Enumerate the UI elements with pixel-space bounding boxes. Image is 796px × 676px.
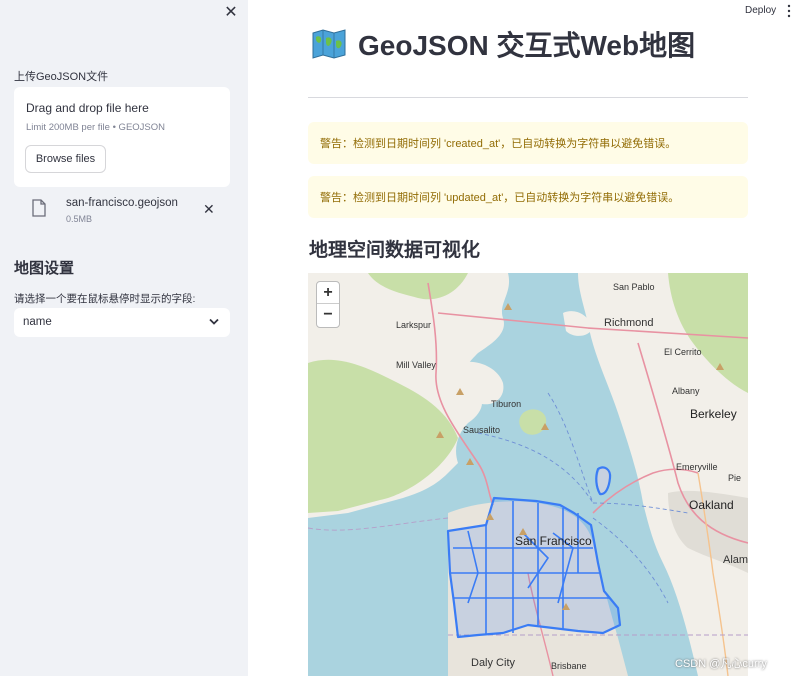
- interactive-map[interactable]: + − Larkspur Mill Valley Tiburon Sausali…: [308, 273, 748, 676]
- map-label-tiburon: Tiburon: [491, 399, 522, 409]
- field-select-label: 请选择一个要在鼠标悬停时显示的字段:: [14, 293, 196, 305]
- dropzone-title: Drag and drop file here: [26, 101, 149, 115]
- warning-alert-updated-at: 警告：检测到日期时间列 'updated_at'，已自动转换为字符串以避免错误。: [308, 176, 748, 218]
- divider: [308, 97, 748, 98]
- map-label-larkspur: Larkspur: [396, 320, 432, 330]
- world-map-icon: [312, 29, 346, 59]
- zoom-out-button[interactable]: −: [317, 304, 339, 326]
- map-label-mill-valley: Mill Valley: [396, 360, 436, 370]
- file-size: 0.5MB: [66, 214, 93, 224]
- file-dropzone[interactable]: Drag and drop file here Limit 200MB per …: [14, 87, 230, 187]
- upload-label: 上传GeoJSON文件: [14, 71, 109, 83]
- map-label-san-francisco: San Francisco: [515, 534, 592, 548]
- map-settings-title: 地图设置: [14, 260, 75, 277]
- map-label-emeryville: Emeryville: [676, 462, 718, 472]
- page-title: GeoJSON 交互式Web地图: [312, 24, 695, 64]
- zoom-control: + −: [316, 281, 340, 328]
- map-label-alameda: Alam: [723, 554, 748, 566]
- map-label-richmond: Richmond: [604, 317, 654, 329]
- map-label-piedmont: Pie: [728, 473, 742, 483]
- more-menu-icon[interactable]: [786, 4, 792, 18]
- streamlit-app: ✕ 上传GeoJSON文件 Drag and drop file here Li…: [0, 0, 796, 676]
- field-select-value: name: [23, 316, 52, 328]
- deploy-button[interactable]: Deploy: [745, 5, 776, 16]
- map-subheader: 地理空间数据可视化: [309, 240, 481, 261]
- map-label-san-pablo: San Pablo: [613, 282, 655, 292]
- dropzone-limit: Limit 200MB per file • GEOJSON: [26, 122, 166, 133]
- zoom-in-button[interactable]: +: [317, 282, 339, 304]
- chevron-down-icon: [209, 318, 219, 325]
- map-label-berkeley: Berkeley: [690, 407, 737, 421]
- warning-alert-created-at: 警告：检测到日期时间列 'created_at'，已自动转换为字符串以避免错误。: [308, 122, 748, 164]
- map-label-brisbane: Brisbane: [551, 661, 587, 671]
- map-label-albany: Albany: [672, 386, 700, 396]
- uploaded-file: san-francisco.geojson 0.5MB ✕: [14, 193, 230, 227]
- browse-files-button[interactable]: Browse files: [25, 145, 106, 173]
- map-label-el-cerrito: El Cerrito: [664, 347, 702, 357]
- basemap: [308, 273, 748, 676]
- map-label-daly-city: Daly City: [471, 657, 516, 669]
- map-label-sausalito: Sausalito: [463, 425, 501, 435]
- close-icon[interactable]: ✕: [222, 4, 240, 22]
- file-icon: [32, 199, 46, 217]
- file-name: san-francisco.geojson: [66, 197, 178, 209]
- remove-file-icon[interactable]: ✕: [203, 201, 215, 218]
- field-select[interactable]: name: [14, 308, 230, 337]
- map-label-oakland: Oakland: [689, 498, 734, 512]
- page-title-text: GeoJSON 交互式Web地图: [358, 30, 696, 61]
- watermark: CSDN @凡心curry: [675, 658, 767, 670]
- sidebar: ✕ 上传GeoJSON文件 Drag and drop file here Li…: [0, 0, 248, 676]
